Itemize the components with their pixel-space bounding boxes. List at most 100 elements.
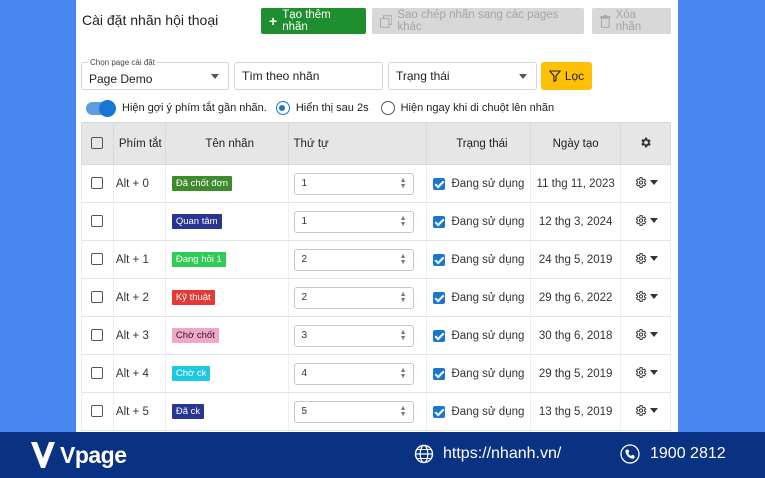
order-value: 4: [301, 368, 308, 379]
row-tag-cell: Quan tâm: [164, 202, 289, 241]
row-date: 11 thg 11, 2023: [530, 164, 622, 203]
create-tag-button[interactable]: + Tạo thêm nhãn: [261, 8, 366, 34]
tag-chip: Chờ chốt: [171, 328, 219, 343]
website-link[interactable]: https://nhanh.vn/: [414, 444, 561, 464]
row-order-cell: 3 ▲ ▼: [287, 316, 428, 355]
table-row: Quan tâm 1 ▲ ▼ Đang sử dụng 12 thg 3, 202…: [81, 202, 671, 241]
order-input[interactable]: 3 ▲ ▼: [293, 324, 414, 347]
row-select-cell: [81, 354, 114, 393]
row-actions-cell: [620, 240, 671, 279]
row-status-cell: Đang sử dụng: [426, 392, 532, 431]
status-select[interactable]: Trạng thái: [388, 62, 537, 90]
row-actions-cell: [620, 278, 671, 317]
order-input[interactable]: 2 ▲ ▼: [293, 286, 414, 309]
row-tag-cell: Chờ ck: [164, 354, 289, 393]
row-tag-cell: Đã chốt đơn: [164, 164, 289, 203]
select-all-checkbox[interactable]: [91, 137, 104, 150]
status-checkbox[interactable]: [433, 405, 446, 418]
status-checkbox[interactable]: [433, 215, 446, 228]
status-checkbox[interactable]: [433, 177, 446, 190]
row-checkbox[interactable]: [91, 253, 104, 266]
order-value: 3: [301, 330, 308, 341]
order-input[interactable]: 4 ▲ ▼: [293, 362, 414, 385]
tag-chip: Đang hỏi 1: [171, 252, 226, 267]
table-row: Alt + 0 Đã chốt đơn 1 ▲ ▼ Đang sử dụng 11…: [81, 164, 671, 203]
status-checkbox[interactable]: [433, 329, 446, 342]
row-shortcut: Alt + 2: [112, 278, 166, 317]
radio-delay-2s[interactable]: [275, 101, 290, 115]
stepper-icon[interactable]: ▲ ▼: [400, 329, 407, 342]
stepper-icon[interactable]: ▲ ▼: [400, 253, 407, 266]
website-url: https://nhanh.vn/: [443, 445, 562, 462]
row-select-cell: [81, 278, 114, 317]
status-checkbox[interactable]: [433, 253, 446, 266]
row-settings-menu[interactable]: [634, 176, 658, 189]
row-checkbox[interactable]: [91, 291, 104, 304]
vpage-logo: Vpage: [30, 440, 127, 470]
order-input[interactable]: 1 ▲ ▼: [293, 210, 414, 233]
page-select[interactable]: Chọn page cài đặt Page Demo: [81, 58, 229, 90]
gear-icon: [635, 290, 646, 302]
gear-icon: [635, 214, 646, 226]
tag-chip: Kỹ thuật: [171, 290, 215, 305]
row-checkbox[interactable]: [91, 405, 104, 418]
stepper-icon[interactable]: ▲ ▼: [400, 291, 407, 304]
row-shortcut: Alt + 1: [112, 240, 166, 279]
row-checkbox[interactable]: [91, 329, 104, 342]
row-checkbox[interactable]: [91, 215, 104, 228]
row-tag-cell: Kỹ thuật: [164, 278, 289, 317]
stepper-icon[interactable]: ▲ ▼: [400, 367, 407, 380]
row-status-cell: Đang sử dụng: [426, 202, 532, 241]
table-row: Alt + 4 Chờ ck 4 ▲ ▼ Đang sử dụng 29 thg …: [81, 354, 671, 393]
search-input[interactable]: Tìm theo nhãn: [234, 62, 383, 90]
order-value: 5: [301, 406, 308, 417]
row-shortcut: Alt + 4: [112, 354, 166, 393]
copy-tags-button[interactable]: Sao chép nhãn sang các pages khác: [372, 8, 584, 34]
row-order-cell: 4 ▲ ▼: [287, 354, 428, 393]
delete-tag-button[interactable]: Xóa nhãn: [592, 8, 671, 34]
status-checkbox[interactable]: [433, 291, 446, 304]
radio-on-hover[interactable]: [380, 101, 395, 115]
row-order-cell: 2 ▲ ▼: [287, 240, 428, 279]
chevron-down-icon: [649, 369, 658, 375]
chevron-down-icon: [649, 331, 658, 337]
row-order-cell: 1 ▲ ▼: [287, 202, 428, 241]
hotline[interactable]: 1900 2812: [620, 444, 726, 464]
order-input[interactable]: 5 ▲ ▼: [293, 400, 414, 423]
row-order-cell: 5 ▲ ▼: [287, 392, 428, 431]
row-shortcut: Alt + 5: [112, 392, 166, 431]
row-tag-cell: Chờ chốt: [164, 316, 289, 355]
row-settings-menu[interactable]: [634, 290, 658, 303]
row-checkbox[interactable]: [91, 367, 104, 380]
stepper-icon[interactable]: ▲ ▼: [400, 405, 407, 418]
tag-chip: Quan tâm: [171, 214, 222, 229]
row-checkbox[interactable]: [91, 177, 104, 190]
order-input[interactable]: 2 ▲ ▼: [293, 248, 414, 271]
table-header-row: Phím tắt Tên nhãn Thứ tự Trạng thái Ngày…: [81, 122, 671, 165]
row-status-cell: Đang sử dụng: [426, 316, 532, 355]
row-actions-cell: [620, 316, 671, 355]
gear-icon[interactable]: [639, 136, 652, 149]
plus-icon: +: [269, 13, 278, 29]
gear-icon: [635, 366, 646, 378]
row-select-cell: [81, 202, 114, 241]
row-select-cell: [81, 316, 114, 355]
row-select-cell: [81, 240, 114, 279]
row-settings-menu[interactable]: [634, 328, 658, 341]
row-status-cell: Đang sử dụng: [426, 278, 532, 317]
header-order: Thứ tự: [287, 122, 428, 165]
filter-button[interactable]: Lọc: [541, 62, 592, 90]
chevron-down-icon: [211, 74, 219, 79]
row-settings-menu[interactable]: [634, 214, 658, 227]
row-settings-menu[interactable]: [634, 404, 658, 417]
hotline-number: 1900 2812: [650, 445, 726, 462]
order-input[interactable]: 1 ▲ ▼: [293, 172, 414, 195]
stepper-icon[interactable]: ▲ ▼: [400, 215, 407, 228]
status-label: Đang sử dụng: [451, 329, 525, 342]
stepper-icon[interactable]: ▲ ▼: [400, 177, 407, 190]
row-order-cell: 2 ▲ ▼: [287, 278, 428, 317]
row-settings-menu[interactable]: [634, 252, 658, 265]
status-checkbox[interactable]: [433, 367, 446, 380]
row-settings-menu[interactable]: [634, 366, 658, 379]
shortcut-hint-toggle[interactable]: [86, 99, 116, 117]
